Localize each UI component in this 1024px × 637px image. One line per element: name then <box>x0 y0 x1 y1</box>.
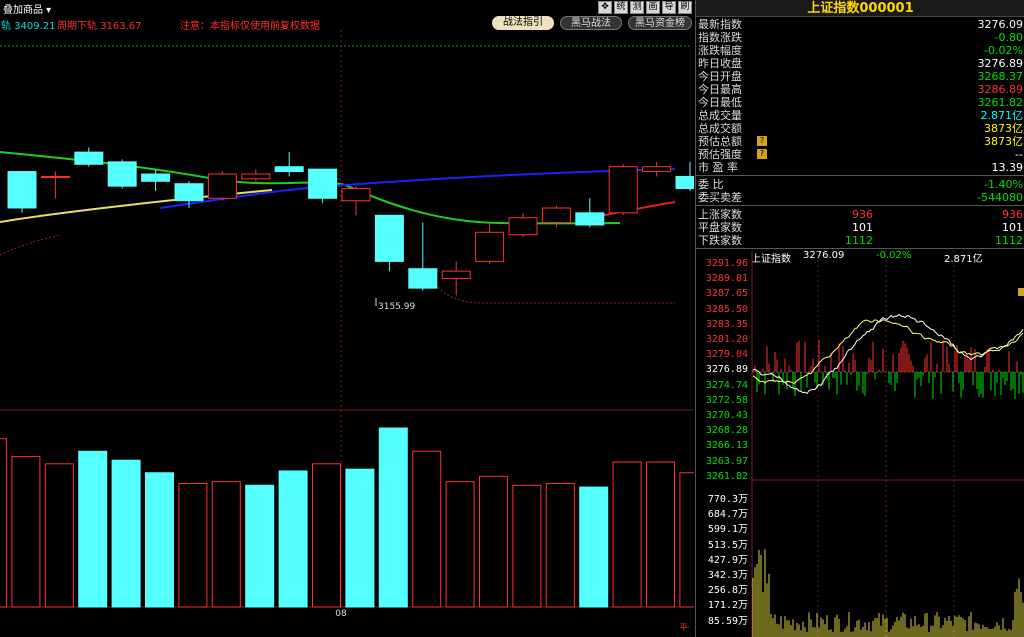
candle-body <box>441 270 471 279</box>
volume-bar <box>211 481 241 608</box>
ma-blue-line <box>159 168 676 209</box>
candle-body <box>475 231 505 262</box>
volume-bar <box>111 459 141 608</box>
candle-body <box>508 217 538 236</box>
darkhorse-strategy-button[interactable]: 黑马战法 <box>560 16 622 30</box>
tool-button-draw[interactable]: 画 <box>646 1 660 14</box>
tool-button-export[interactable]: 导 <box>662 1 676 14</box>
divider <box>696 175 1024 176</box>
quote-row: 市 盈 率 13.39 <box>698 161 1023 174</box>
lower-band-right <box>429 277 675 304</box>
volume-bar <box>646 461 675 608</box>
quote-row: 今日开盘 3268.37 <box>698 70 1023 83</box>
volume-bar <box>178 482 208 608</box>
mini-updown-bars <box>752 339 1024 399</box>
volume-bar <box>145 472 174 608</box>
quote-row: 预估强度? -- <box>698 148 1023 161</box>
overlay-menu[interactable]: 叠加商品 ▾ <box>3 1 51 16</box>
volume-bar <box>11 456 41 608</box>
candle-body <box>341 188 371 202</box>
divider <box>696 205 1024 206</box>
move-icon[interactable]: ✥ <box>598 1 612 14</box>
candle-body <box>7 171 37 209</box>
lower-band-left <box>0 234 61 256</box>
volume-bar <box>445 481 475 608</box>
volume-bar <box>579 486 609 608</box>
candlestick-chart[interactable]: 3155.99 08 平· <box>0 30 694 637</box>
scroll-marker[interactable] <box>1018 288 1024 296</box>
quote-row: 今日最高 3286.89 <box>698 83 1023 96</box>
order-ratio-row: 委 比 -1.40% <box>698 178 1023 191</box>
quote-row: 总成交量 2.871亿 <box>698 109 1023 122</box>
candle-body <box>608 166 638 214</box>
help-icon[interactable]: ? <box>757 136 767 146</box>
mini-volume-bars <box>752 549 1024 637</box>
candle-body <box>174 183 204 202</box>
candle-body <box>541 207 571 224</box>
candle-body <box>207 173 237 199</box>
low-price-label: 3155.99 <box>378 302 415 312</box>
volume-bars-group <box>0 427 694 608</box>
candle-body <box>107 161 137 187</box>
volume-bar <box>479 475 508 608</box>
quote-row: 昨日收盘 3276.89 <box>698 57 1023 70</box>
intraday-chart[interactable] <box>696 250 1024 637</box>
corner-label: 平· <box>679 623 690 632</box>
strategy-guide-button[interactable]: 战法指引 <box>492 16 554 30</box>
breadth-row: 下跌家数 1112 1112 <box>698 234 1023 247</box>
volume-bar <box>312 463 341 608</box>
quote-row: 最新指数 3276.09 <box>698 18 1023 31</box>
volume-bar <box>679 472 694 608</box>
quote-title: 上证指数000001 <box>696 0 1024 17</box>
candle-body <box>74 151 104 165</box>
volume-bar <box>512 484 542 608</box>
candle-body <box>40 175 70 178</box>
volume-bar <box>278 470 308 608</box>
volume-bar <box>245 484 275 608</box>
volume-bar <box>412 450 442 608</box>
kline-panel[interactable]: 叠加商品 ▾ ✥ 统 测 画 导 刷 轨 3409.21 周期下轨 3163.6… <box>0 0 694 637</box>
volume-bar <box>44 463 74 608</box>
quote-row: 涨跌幅度 -0.02% <box>698 44 1023 57</box>
chart-toolbar: 叠加商品 ▾ ✥ 统 测 画 导 刷 <box>0 0 694 16</box>
tool-button-refresh[interactable]: 刷 <box>678 1 692 14</box>
breadth-row: 平盘家数 101 101 <box>698 221 1023 234</box>
volume-bar <box>545 482 575 608</box>
candle-body <box>642 166 672 173</box>
quote-panel: 上证指数000001 最新指数 3276.09 指数涨跌 -0.80 涨跌幅度 -0.02… <box>695 0 1024 637</box>
candle-body <box>308 168 338 199</box>
candle-body <box>141 173 171 182</box>
breadth-row: 上涨家数 936 936 <box>698 208 1023 221</box>
volume-bar <box>345 468 375 608</box>
candle-body <box>408 268 438 289</box>
darkhorse-funds-button[interactable]: 黑马资金榜 <box>628 16 692 30</box>
quote-row: 今日最低 3261.82 <box>698 96 1023 109</box>
candle-body <box>241 173 271 180</box>
order-diff-row: 委买卖差 -544080 <box>698 191 1023 204</box>
volume-bar <box>0 438 7 608</box>
volume-bar <box>378 427 408 608</box>
tool-button-stats[interactable]: 统 <box>614 1 628 14</box>
date-label: 08 <box>335 609 347 619</box>
quote-row: 预估总额? 3873亿 <box>698 135 1023 148</box>
divider <box>696 248 1024 249</box>
quote-row: 指数涨跌 -0.80 <box>698 31 1023 44</box>
candle-body <box>374 214 404 262</box>
volume-bar <box>78 450 108 608</box>
tool-button-measure[interactable]: 测 <box>630 1 644 14</box>
candle-body <box>575 212 605 226</box>
candle-body <box>675 175 694 190</box>
candles-group <box>7 147 694 296</box>
volume-bar <box>612 461 642 608</box>
candle-body <box>274 166 304 173</box>
help-icon[interactable]: ? <box>757 149 767 159</box>
quote-row: 总成交额 3873亿 <box>698 122 1023 135</box>
